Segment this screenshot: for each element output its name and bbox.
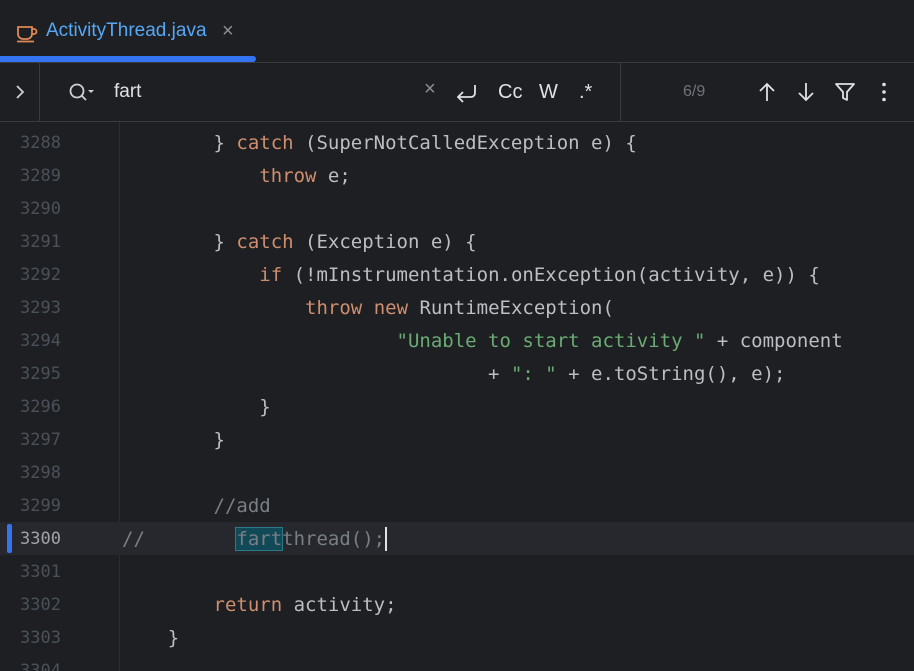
code-text: } [122, 396, 271, 418]
code-text: } [122, 429, 225, 451]
code-line: 3304 [0, 654, 914, 671]
code-line: 3292 if (!mInstrumentation.onException(a… [0, 258, 914, 291]
line-number: 3290 [20, 199, 61, 219]
code-line: 3293 throw new RuntimeException( [0, 291, 914, 324]
line-number: 3289 [20, 166, 61, 186]
code-text: } catch (SuperNotCalledException e) { [122, 132, 637, 154]
tab-activitythread-java[interactable]: ActivityThread.java × [0, 0, 256, 62]
code-line: 3295 + ": " + e.toString(), e); [0, 357, 914, 390]
code-line: 3291 } catch (Exception e) { [0, 225, 914, 258]
search-history-icon[interactable] [68, 82, 96, 109]
close-icon[interactable]: × [222, 18, 234, 44]
filter-icon[interactable] [834, 81, 856, 108]
search-match-highlight: fart [235, 527, 284, 551]
code-text: if (!mInstrumentation.onException(activi… [259, 264, 820, 286]
code-text: throw new RuntimeException( [305, 297, 614, 319]
code-text: "Unable to start activity " + component [396, 330, 843, 352]
find-bar: × Cc W .* 6/9 [0, 63, 914, 121]
clear-search-icon[interactable]: × [424, 78, 436, 101]
code-line: 3296 } [0, 390, 914, 423]
line-number: 3301 [20, 562, 61, 582]
arrow-down-icon[interactable] [795, 81, 817, 108]
line-number: 3293 [20, 298, 61, 318]
code-line-current: 3300 // fartthread(); [0, 522, 914, 555]
expand-replace-button[interactable] [0, 63, 40, 121]
arrow-up-icon[interactable] [756, 81, 778, 108]
regex-toggle[interactable]: .* [579, 77, 592, 107]
line-number: 3304 [20, 661, 61, 671]
match-case-toggle[interactable]: Cc [498, 77, 522, 107]
code-text: + ": " + e.toString(), e); [122, 363, 786, 385]
code-text: } catch (Exception e) { [122, 231, 477, 253]
code-line: 3297 } [0, 423, 914, 456]
line-number: 3302 [20, 595, 61, 615]
line-number: 3291 [20, 232, 61, 252]
divider [620, 63, 621, 121]
search-input[interactable] [114, 78, 414, 106]
coffee-cup-icon [16, 21, 38, 43]
code-line: 3294 "Unable to start activity " + compo… [0, 324, 914, 357]
code-line: 3302 return activity; [0, 588, 914, 621]
code-line: 3301 [0, 555, 914, 588]
line-number: 3288 [20, 133, 61, 153]
line-number: 3299 [20, 496, 61, 516]
line-number: 3292 [20, 265, 61, 285]
line-number: 3297 [20, 430, 61, 450]
chevron-right-icon [16, 85, 25, 99]
more-options-icon[interactable] [873, 81, 895, 108]
code-line: 3299 //add [0, 489, 914, 522]
text-cursor [385, 527, 388, 551]
code-line: 3303 } [0, 621, 914, 654]
code-line: 3298 [0, 456, 914, 489]
line-number: 3300 [20, 529, 61, 549]
line-number: 3295 [20, 364, 61, 384]
tab-label: ActivityThread.java [46, 20, 207, 41]
whole-words-toggle[interactable]: W [539, 77, 558, 107]
line-number: 3296 [20, 397, 61, 417]
current-line-marker [7, 524, 12, 553]
code-text: } [122, 627, 180, 649]
line-number: 3303 [20, 628, 61, 648]
code-text: return activity; [213, 594, 397, 616]
editor-tab-bar: ActivityThread.java × [0, 0, 914, 62]
line-number: 3294 [20, 331, 61, 351]
code-editor[interactable]: 3288 } catch (SuperNotCalledException e)… [0, 122, 914, 671]
code-line: 3289 throw e; [0, 159, 914, 192]
code-text: //add [213, 495, 271, 517]
code-text: throw e; [259, 165, 351, 187]
new-line-icon[interactable] [455, 82, 479, 113]
match-count: 6/9 [683, 83, 706, 100]
line-number: 3298 [20, 463, 61, 483]
code-text: // fartthread(); [122, 527, 388, 551]
code-line: 3290 [0, 192, 914, 225]
code-line: 3288 } catch (SuperNotCalledException e)… [0, 126, 914, 159]
